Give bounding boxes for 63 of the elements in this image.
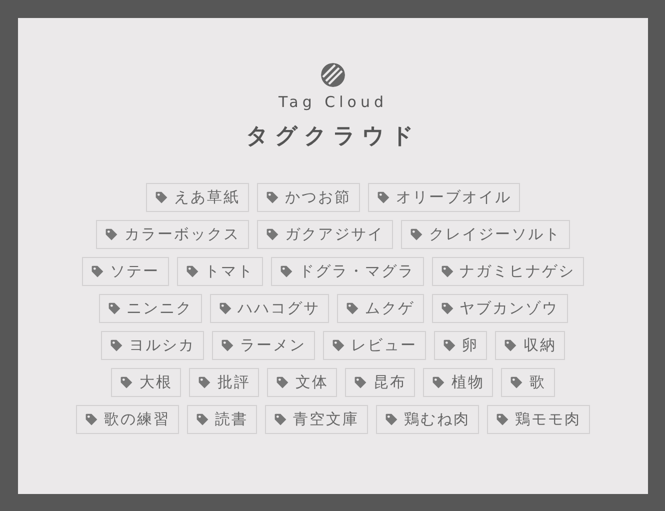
tag-link[interactable]: ドグラ・マグラ: [271, 257, 424, 286]
tag-icon: [274, 413, 287, 426]
tag-icon: [120, 376, 134, 389]
tag-link[interactable]: 収納: [495, 331, 566, 360]
tag-link[interactable]: ムクゲ: [337, 294, 424, 323]
tag-link[interactable]: 青空文庫: [265, 405, 368, 434]
tag-icon: [266, 228, 279, 241]
tag-icon: [432, 376, 446, 389]
tag-icon: [266, 191, 279, 204]
logo-icon: [321, 63, 345, 87]
tag-icon: [280, 265, 293, 278]
tag-link[interactable]: トマト: [176, 257, 263, 286]
tag-link[interactable]: ソテー: [82, 257, 168, 286]
tag-link[interactable]: カラーボックス: [96, 220, 249, 249]
tag-icon: [440, 302, 454, 315]
tag-icon: [385, 413, 398, 426]
tag-icon: [105, 228, 118, 241]
tag-icon: [91, 265, 104, 278]
tag-link[interactable]: 読書: [187, 405, 257, 434]
tag-icon: [376, 191, 390, 204]
tag-icon: [85, 413, 98, 426]
tag-link[interactable]: ヨルシカ: [100, 331, 204, 360]
tag-link[interactable]: 歌: [501, 368, 555, 397]
tag-icon: [218, 302, 232, 315]
tag-link[interactable]: クレイジーソルト: [400, 220, 570, 249]
tag-icon: [442, 339, 456, 352]
tag-icon: [510, 376, 524, 389]
page-title: タグクラウド: [246, 123, 420, 151]
tag-icon: [440, 265, 454, 278]
tag-icon: [410, 228, 423, 241]
tag-link[interactable]: 植物: [423, 368, 494, 397]
tag-link[interactable]: 昆布: [345, 368, 416, 397]
tag-icon: [108, 302, 120, 315]
tag-icon: [198, 376, 212, 389]
tag-link[interactable]: ヤブカンゾウ: [432, 294, 568, 323]
tag-link[interactable]: ニンニク: [98, 294, 202, 323]
tag-icon: [346, 302, 359, 315]
tag-icon: [110, 339, 123, 352]
tag-link[interactable]: 文体: [267, 368, 338, 397]
tag-icon: [332, 339, 345, 352]
tag-link[interactable]: 大根: [111, 368, 182, 397]
tag-link[interactable]: かつお節: [256, 183, 360, 212]
tag-icon: [154, 191, 168, 204]
tag-icon: [186, 265, 198, 278]
tag-link[interactable]: 歌の練習: [76, 405, 179, 434]
tag-icon: [354, 376, 368, 389]
tag-link[interactable]: ナガミヒナゲシ: [432, 257, 584, 286]
tag-icon: [276, 376, 290, 389]
tag-link[interactable]: ハハコグサ: [210, 294, 329, 323]
tag-link[interactable]: ガクアジサイ: [256, 220, 393, 249]
tag-icon: [496, 413, 509, 426]
tag-link[interactable]: オリーブオイル: [368, 183, 520, 212]
tag-link[interactable]: レビュー: [322, 331, 426, 360]
tag-link[interactable]: えあ草紙: [146, 183, 249, 212]
tag-link[interactable]: 鶏モモ肉: [487, 405, 590, 434]
subtitle: Tag Cloud: [278, 93, 388, 111]
tag-link[interactable]: ラーメン: [212, 331, 315, 360]
tag-link[interactable]: 卵: [434, 331, 488, 360]
tag-icon: [196, 413, 209, 426]
tag-link[interactable]: 批評: [189, 368, 260, 397]
tag-icon: [220, 339, 234, 352]
tag-link[interactable]: 鶏むね肉: [376, 405, 479, 434]
tag-icon: [504, 339, 518, 352]
